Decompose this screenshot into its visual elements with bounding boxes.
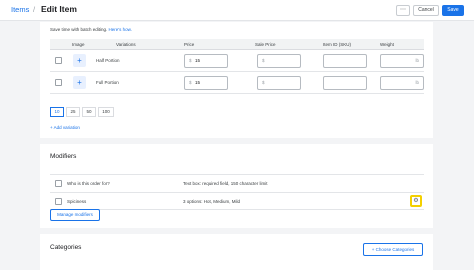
hint-link[interactable]: Here's how.: [109, 27, 132, 32]
modifiers-title: Modifiers: [50, 153, 77, 160]
manage-modifiers-button[interactable]: Manage modifiers: [50, 209, 100, 221]
modifier-name: Who is this order for?: [67, 181, 110, 186]
price-value: 15: [195, 80, 201, 85]
row-checkbox[interactable]: [55, 198, 62, 205]
price-input[interactable]: $ 15: [184, 54, 228, 68]
modifier-description: 3 options: Hot, Medium, Mild: [183, 199, 241, 204]
modifiers-card: Modifiers Who is this order for? Text bo…: [40, 144, 433, 228]
currency-symbol: $: [262, 58, 265, 63]
choose-categories-button[interactable]: + Choose Categories: [363, 243, 423, 256]
add-image-icon[interactable]: +: [73, 54, 86, 67]
more-options-button[interactable]: ⋯: [396, 5, 410, 16]
price-value: 15: [195, 58, 201, 63]
table-row: + Full Portion $ 15 $ lb: [50, 72, 424, 94]
column-weight: Weight: [380, 42, 394, 47]
categories-title: Categories: [50, 244, 82, 251]
add-variation-link[interactable]: + Add variation: [50, 125, 80, 130]
modifier-name: Spiciness: [67, 199, 87, 204]
row-checkbox[interactable]: [55, 57, 62, 64]
table-row: + Half Portion $ 15 $ lb: [50, 50, 424, 72]
page-size-100[interactable]: 100: [98, 107, 114, 117]
page-size-25[interactable]: 25: [66, 107, 80, 117]
row-checkbox[interactable]: [55, 79, 62, 86]
currency-symbol: $: [189, 58, 192, 63]
column-sale-price: Sale Price: [255, 42, 276, 47]
weight-unit: lb: [415, 80, 419, 85]
column-sku: Item ID (SKU): [323, 42, 352, 47]
column-image: Image: [72, 42, 85, 47]
breadcrumb-separator: /: [33, 5, 36, 14]
batch-edit-hint: Save time with batch editing. Here's how…: [50, 27, 132, 32]
currency-symbol: $: [262, 80, 265, 85]
sale-price-input[interactable]: $: [257, 76, 301, 90]
variation-name: Half Portion: [96, 58, 120, 63]
column-price: Price: [184, 42, 195, 47]
weight-unit: lb: [415, 58, 419, 63]
page-size-10[interactable]: 10: [50, 107, 64, 117]
price-input[interactable]: $ 15: [184, 76, 228, 90]
list-item: Who is this order for? Text box: require…: [50, 174, 424, 192]
page-size-50[interactable]: 50: [82, 107, 96, 117]
row-checkbox[interactable]: [55, 180, 62, 187]
hint-text: Save time with batch editing.: [50, 27, 108, 32]
add-image-icon[interactable]: +: [73, 76, 86, 89]
variations-card: Save time with batch editing. Here's how…: [40, 22, 433, 138]
top-bar: Items / Edit Item ⋯ Cancel Save: [0, 0, 474, 21]
sku-input[interactable]: [323, 54, 367, 68]
variation-name: Full Portion: [96, 80, 119, 85]
save-button[interactable]: Save: [442, 5, 464, 16]
weight-input[interactable]: lb: [380, 76, 424, 90]
categories-card: Categories + Choose Categories: [40, 234, 433, 270]
modifier-description: Text box: required field, 150 character …: [183, 181, 268, 186]
page-title: Edit Item: [41, 4, 77, 14]
breadcrumb-items-link[interactable]: Items: [11, 5, 29, 14]
sku-input[interactable]: [323, 76, 367, 90]
column-variations: Variations: [116, 42, 136, 47]
weight-input[interactable]: lb: [380, 54, 424, 68]
list-item: Spiciness 3 options: Hot, Medium, Mild ⚙: [50, 192, 424, 210]
gear-icon[interactable]: ⚙: [410, 195, 422, 207]
table-header: Image Variations Price Sale Price Item I…: [50, 39, 424, 50]
sale-price-input[interactable]: $: [257, 54, 301, 68]
cancel-button[interactable]: Cancel: [413, 5, 439, 16]
currency-symbol: $: [189, 80, 192, 85]
